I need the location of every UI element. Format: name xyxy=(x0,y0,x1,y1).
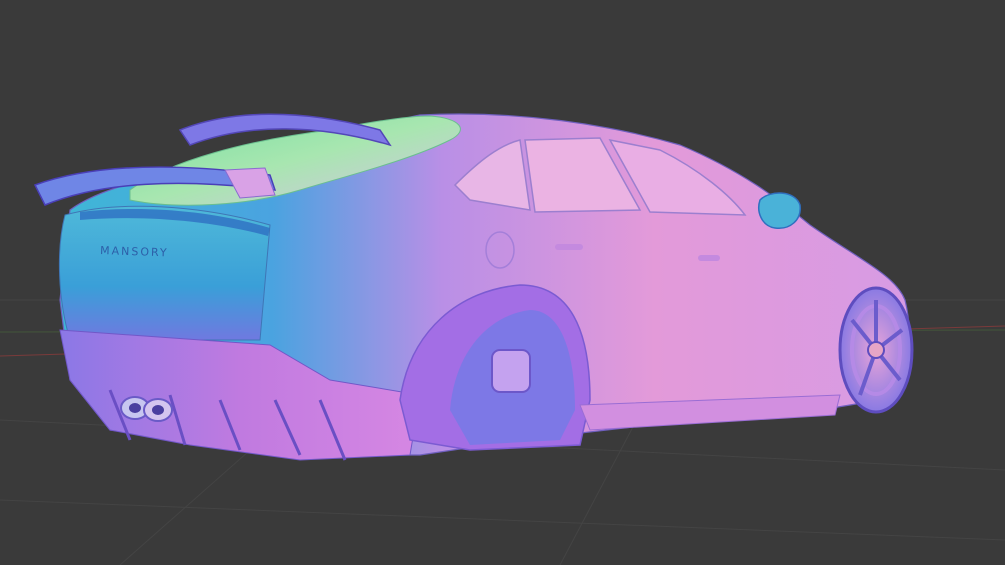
brake-caliper xyxy=(491,349,531,393)
front-wheel xyxy=(838,286,914,414)
side-mirror xyxy=(758,192,801,229)
3d-viewport[interactable]: MANSORY xyxy=(0,0,1005,565)
door-handle-front xyxy=(698,255,720,261)
car-model[interactable]: MANSORY xyxy=(33,113,914,461)
door-handle-rear xyxy=(555,244,583,250)
rear-badge: MANSORY xyxy=(100,244,169,259)
exhaust-tips xyxy=(120,396,173,422)
